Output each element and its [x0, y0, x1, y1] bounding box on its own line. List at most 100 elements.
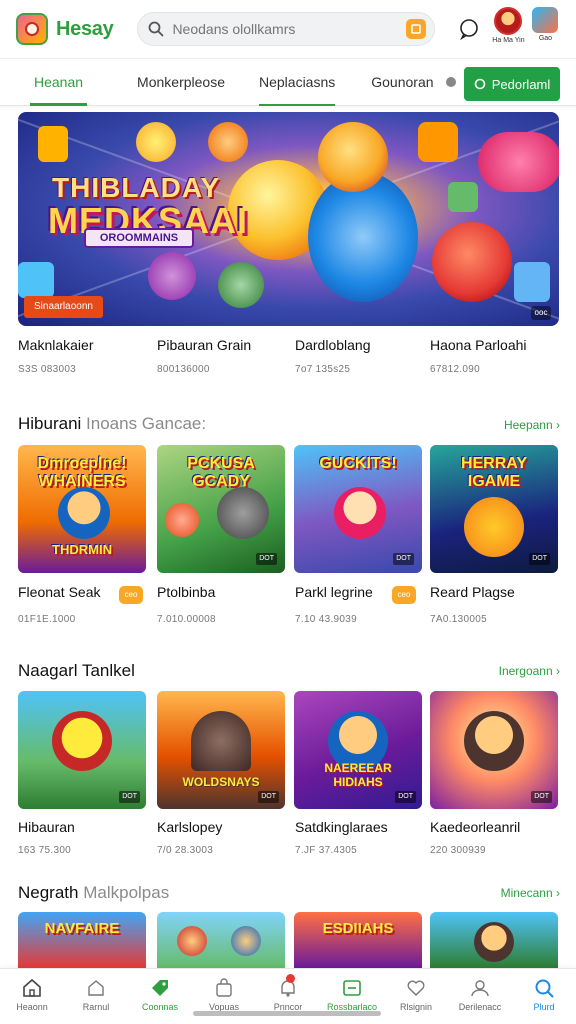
ball-icon: [165, 503, 199, 537]
hero-block: [18, 262, 54, 298]
game-card-sub: 163 75.300: [18, 845, 72, 856]
section-title-muted: Inoans Gancae:: [86, 414, 207, 433]
hero-caption-title[interactable]: Dardloblang: [295, 337, 371, 353]
game-card-title[interactable]: Reard Plagse: [430, 584, 515, 600]
brand-name: Hesay: [56, 17, 114, 40]
game-card-title[interactable]: Karlslopey: [157, 819, 222, 835]
bottom-nav-item[interactable]: Rarnul: [64, 969, 128, 1024]
hero-caption-sub: 7o7 135s25: [295, 364, 351, 375]
hero-caption-sub: 800136000: [157, 364, 210, 375]
hero-caption-title[interactable]: Maknlakaier: [18, 337, 93, 353]
star-icon: [136, 122, 176, 162]
bottom-nav-label: Plurd: [533, 1002, 555, 1012]
section-more-link[interactable]: Minecann ›: [501, 886, 560, 900]
game-card-title[interactable]: Parkl legrine: [295, 584, 373, 600]
bottom-nav-item[interactable]: Coonnas: [128, 969, 192, 1024]
game-card[interactable]: HERRAY IGAME DOT: [430, 445, 558, 573]
nav-action-label: Pedorlaml: [491, 76, 551, 92]
game-card[interactable]: ESDIIAHS: [294, 912, 422, 968]
hero-badge[interactable]: Sinaarlaoonn: [24, 296, 103, 318]
section-more-link[interactable]: Inergoann ›: [499, 664, 560, 678]
hero-caption-sub: S3S 083003: [18, 364, 77, 375]
game-card-sub: 7A0.130005: [430, 614, 487, 625]
hero-caption-title[interactable]: Pibauran Grain: [157, 337, 251, 353]
game-card-title[interactable]: Ptolbinba: [157, 584, 215, 600]
game-card-title[interactable]: Fleonat Seak: [18, 584, 101, 600]
game-card-character: [231, 926, 261, 956]
game-card-tree: [191, 711, 251, 771]
tab-heanan[interactable]: Heanan: [29, 58, 88, 106]
section-title: Hiburani Inoans Gancae:: [18, 414, 206, 434]
game-card-character: [52, 711, 112, 771]
hero-character-pink: [478, 132, 559, 192]
avatar-caption: Ha Ma Yin: [492, 37, 525, 44]
game-card[interactable]: [430, 912, 558, 968]
circle-icon: [474, 78, 486, 90]
game-card[interactable]: DOT: [18, 691, 146, 809]
profile-thumbnail[interactable]: Gao: [531, 7, 559, 51]
user-avatar[interactable]: Ha Ma Yin: [492, 7, 525, 51]
game-card-character: [58, 487, 110, 539]
game-card-tag: DOT: [395, 791, 416, 803]
hero-caption-title[interactable]: Haona Parloahi: [430, 337, 527, 353]
game-card-character: [334, 487, 386, 539]
tab-neplaciasns[interactable]: Neplaciasns: [258, 58, 336, 106]
top-bar: Hesay Ha Ma Yin Gao: [0, 0, 576, 58]
search-tag-icon[interactable]: [406, 19, 427, 39]
search-bar[interactable]: [137, 12, 436, 46]
bottom-nav-item[interactable]: Derilenacc: [448, 969, 512, 1024]
home-outline-icon: [88, 980, 104, 996]
game-card-character: [464, 497, 524, 557]
status-dot-icon: [445, 77, 456, 87]
hero-page-indicator[interactable]: ooc: [531, 306, 551, 320]
game-card[interactable]: DOT: [430, 691, 558, 809]
search-icon: [149, 21, 164, 37]
chevron-right-icon: ›: [556, 664, 560, 678]
game-card-badge: ceo: [119, 586, 143, 604]
game-card[interactable]: NAEREEAR HIDIAHS DOT: [294, 691, 422, 809]
section-more-link[interactable]: Heepann ›: [504, 418, 560, 432]
thumbnail-image: [532, 7, 559, 33]
bottom-nav-item[interactable]: Plurd: [512, 969, 576, 1024]
game-card-title[interactable]: Hibauran: [18, 819, 75, 835]
bottom-nav-label: Rlsignin: [399, 1002, 432, 1012]
bottom-nav-item[interactable]: Heaonn: [0, 969, 64, 1024]
game-card[interactable]: GUCKITS! DOT: [294, 445, 422, 573]
game-card[interactable]: NAVFAIRE: [18, 912, 146, 968]
section-title: Naagarl Tanlkel: [18, 661, 135, 681]
chat-icon[interactable]: [455, 15, 483, 43]
more-label: Inergoann: [498, 664, 553, 678]
home-indicator[interactable]: [193, 1011, 381, 1016]
game-card-art-text: GUCKITS!: [319, 455, 397, 472]
game-card[interactable]: PCKUSA GCADY DOT: [157, 445, 285, 573]
tab-monkerpleose[interactable]: Monkerpleose: [137, 58, 225, 106]
section-title-muted: Malkpolpas: [83, 883, 170, 902]
more-label: Minecann: [500, 886, 553, 900]
game-card-title[interactable]: Kaedeorleanril: [430, 819, 520, 835]
app-logo[interactable]: [16, 13, 48, 45]
nav-action-button[interactable]: Pedorlaml: [464, 67, 560, 101]
game-card-art-text: HERRAY IGAME: [460, 455, 528, 490]
bottom-nav-label: Coonnas: [141, 1002, 179, 1012]
search-input[interactable]: [172, 21, 407, 37]
game-card[interactable]: [157, 912, 285, 968]
bottom-nav-label: Heaonn: [16, 1002, 48, 1012]
section-title: Negrath Malkpolpas: [18, 883, 169, 903]
game-card-tag: DOT: [119, 791, 140, 803]
hero-title-line3: OROOMMAINS: [84, 228, 194, 248]
game-card-character: [474, 922, 514, 962]
game-card-title[interactable]: Satdkinglaraes: [295, 819, 388, 835]
game-icon: [343, 980, 361, 996]
bottom-nav-item[interactable]: Rlsignin: [384, 969, 448, 1024]
hero-banner[interactable]: THIBLADAY MEDKSAAI OROOMMAINS Sinaarlaoo…: [18, 112, 559, 326]
hero-orb: [148, 252, 196, 300]
game-card-tag: DOT: [258, 791, 279, 803]
tab-gounoran[interactable]: Gounoran: [371, 58, 433, 106]
search-icon: [535, 979, 554, 998]
hero-caption-sub: 67812.090: [430, 364, 480, 375]
game-card[interactable]: Dmroeplne! WHAINERS THDRMIN: [18, 445, 146, 573]
hero-character-red: [432, 222, 512, 302]
hero-block: [448, 182, 478, 212]
game-card[interactable]: WOLDSNAYS DOT: [157, 691, 285, 809]
more-label: Heepann: [503, 418, 553, 432]
